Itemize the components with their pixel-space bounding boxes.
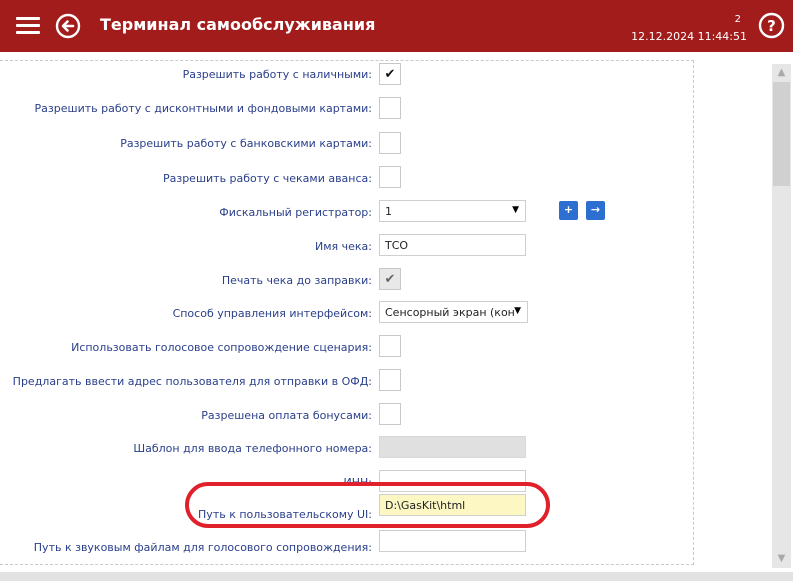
fiscal-registrar-value: 1 [385, 205, 392, 218]
inn-label: ИНН: [343, 476, 372, 489]
add-fiscal-registrar-button[interactable]: + [559, 201, 578, 220]
datetime: 12.12.2024 11:44:51 [631, 30, 747, 43]
vertical-scrollbar[interactable]: ▲ ▼ [772, 64, 791, 568]
svg-text:?: ? [767, 17, 776, 35]
ui-control-value: Сенсорный экран (кон [385, 306, 515, 319]
advance-checks-label: Разрешить работу с чеками аванса: [162, 172, 372, 185]
checkmark-icon: ✔ [384, 66, 396, 82]
bank-cards-checkbox[interactable] [379, 132, 401, 154]
check-name-label: Имя чека: [315, 240, 372, 253]
fiscal-registrar-select[interactable]: 1 ▼ [379, 200, 526, 222]
voice-guidance-label: Использовать голосовое сопровождение сце… [71, 341, 372, 354]
sound-path-label: Путь к звуковым файлам для голосового со… [33, 541, 372, 554]
user-ui-path-label: Путь к пользовательскому UI: [198, 508, 372, 521]
inn-input[interactable] [379, 470, 526, 492]
print-before-fill-checkbox[interactable]: ✔ [379, 268, 401, 290]
hamburger-menu-icon[interactable] [16, 13, 40, 39]
sound-path-input[interactable] [379, 530, 526, 552]
ui-control-label: Способ управления интерфейсом: [172, 307, 372, 320]
scroll-thumb[interactable] [773, 82, 790, 186]
back-arrow-circle-icon[interactable] [55, 13, 81, 39]
help-circle-icon[interactable]: ? [758, 12, 785, 39]
open-fiscal-registrar-button[interactable]: → [586, 201, 605, 220]
voice-guidance-checkbox[interactable] [379, 335, 401, 357]
right-gutter [694, 52, 772, 572]
dropdown-arrow-icon: ▼ [514, 306, 521, 316]
advance-checks-checkbox[interactable] [379, 166, 401, 188]
notification-counter: 2 [734, 14, 741, 25]
bonus-payment-label: Разрешена оплата бонусами: [201, 409, 372, 422]
scroll-down-button[interactable]: ▼ [772, 550, 791, 568]
cash-label: Разрешить работу с наличными: [182, 68, 372, 81]
scroll-up-button[interactable]: ▲ [772, 64, 791, 82]
bank-cards-label: Разрешить работу с банковскими картами: [120, 137, 372, 150]
ofd-email-label: Предлагать ввести адрес пользователя для… [12, 375, 372, 388]
discount-cards-label: Разрешить работу с дисконтными и фондовы… [34, 102, 372, 115]
title-bar: Терминал самообслуживания 2 12.12.2024 1… [0, 0, 793, 52]
ui-control-select[interactable]: Сенсорный экран (кон ▼ [379, 301, 528, 323]
fiscal-registrar-label: Фискальный регистратор: [219, 206, 372, 219]
discount-cards-checkbox[interactable] [379, 97, 401, 119]
check-name-input[interactable]: ТСО [379, 234, 526, 256]
phone-template-input[interactable] [379, 436, 526, 458]
cash-checkbox[interactable]: ✔ [379, 63, 401, 85]
ofd-email-checkbox[interactable] [379, 369, 401, 391]
app-title: Терминал самообслуживания [100, 15, 376, 34]
user-ui-path-input[interactable]: D:\GasKit\html [379, 494, 526, 516]
bottom-bar [0, 572, 793, 581]
print-before-fill-label: Печать чека до заправки: [221, 274, 372, 287]
checkmark-icon: ✔ [384, 271, 396, 287]
phone-template-label: Шаблон для ввода телефонного номера: [133, 442, 372, 455]
dropdown-arrow-icon: ▼ [512, 205, 519, 215]
bonus-payment-checkbox[interactable] [379, 403, 401, 425]
